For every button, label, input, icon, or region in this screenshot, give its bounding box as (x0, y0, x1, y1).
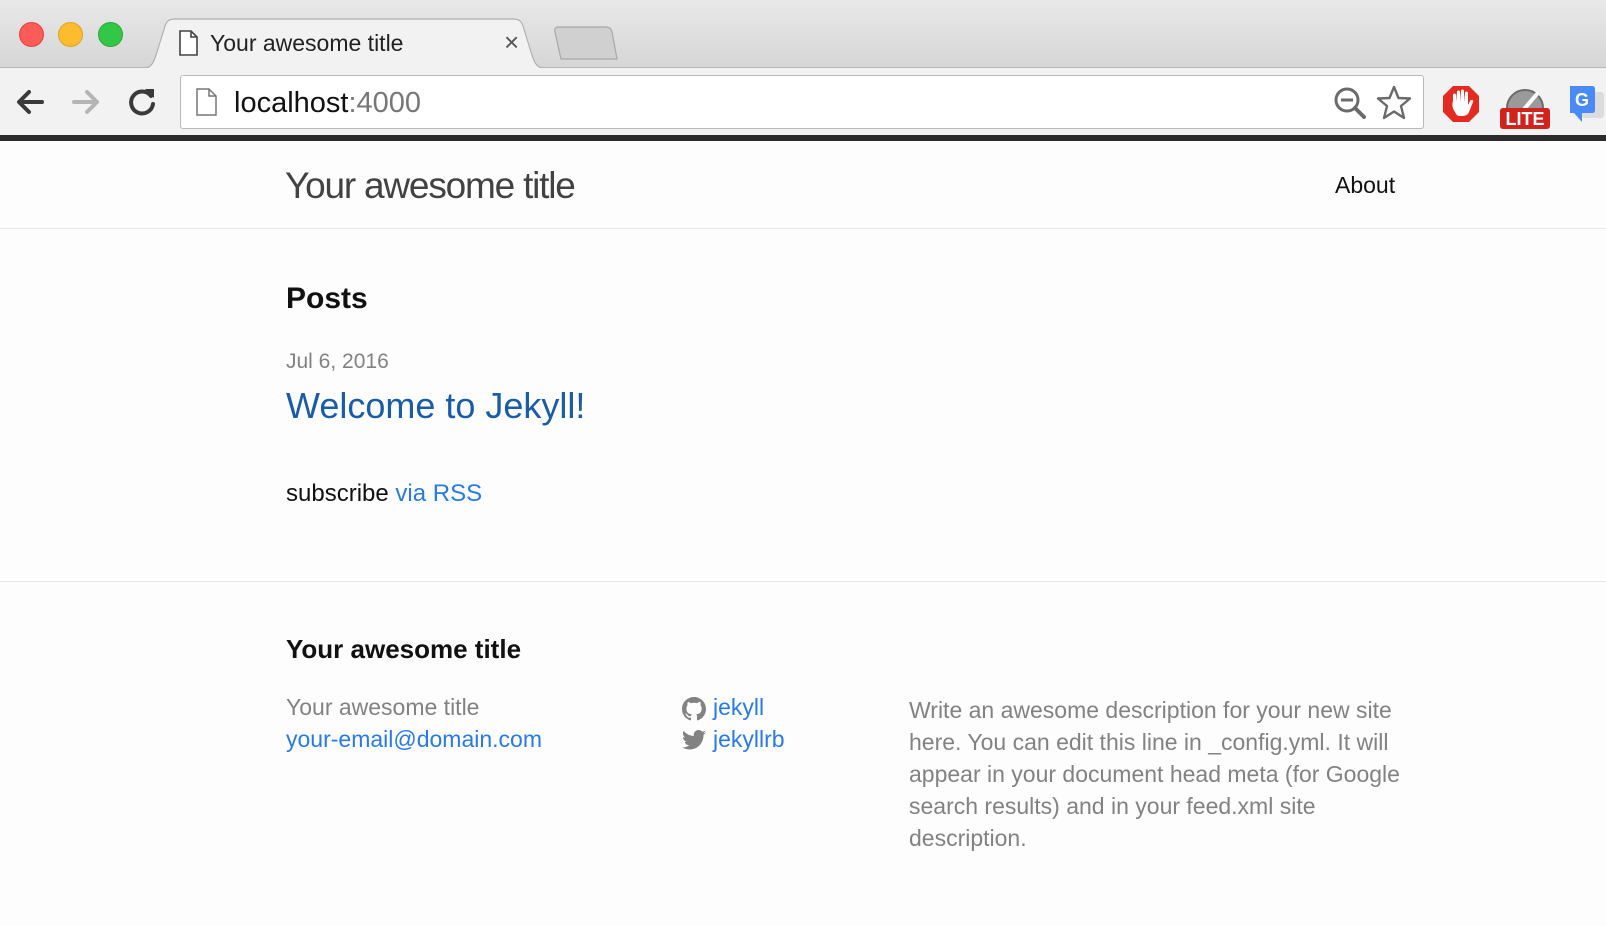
nav-about-link[interactable]: About (1335, 172, 1395, 199)
tab-close-icon[interactable]: × (504, 29, 519, 55)
rss-subscribe: subscribe via RSS (286, 480, 482, 508)
address-bar[interactable]: localhost:4000 (180, 75, 1424, 129)
translate-icon[interactable]: G (1568, 84, 1606, 129)
twitter-username: jekyllrb (713, 726, 785, 752)
reload-icon[interactable] (124, 84, 160, 120)
bookmark-star-icon[interactable] (1375, 84, 1413, 127)
footer-site-name: Your awesome title (286, 694, 480, 720)
url-host: localhost (234, 87, 349, 119)
browser-titlebar: Your awesome title × (0, 0, 1606, 69)
github-icon (682, 697, 706, 727)
rss-prefix: subscribe (286, 480, 389, 507)
rss-link[interactable]: via RSS (395, 480, 482, 507)
new-tab-button[interactable] (553, 26, 619, 65)
adblock-icon[interactable] (1441, 84, 1481, 129)
url-port: :4000 (348, 87, 422, 119)
page-heading: Posts (286, 282, 368, 315)
page-icon (178, 30, 198, 61)
back-arrow-icon[interactable] (12, 84, 48, 120)
zoom-window-button[interactable] (98, 22, 123, 47)
minimize-window-button[interactable] (58, 22, 83, 47)
site-footer: Your awesome title Your awesome title yo… (0, 581, 1606, 926)
forward-arrow-icon[interactable] (68, 84, 104, 120)
footer-email-link[interactable]: your-email@domain.com (286, 726, 542, 753)
site-description: Write an awesome description for your ne… (909, 697, 1400, 851)
url-text[interactable]: localhost:4000 (234, 87, 421, 120)
tab-title: Your awesome title (210, 30, 404, 56)
site-title-link[interactable]: Your awesome title (285, 165, 576, 207)
page-icon (195, 88, 217, 121)
lite-icon[interactable]: LITE (1499, 84, 1551, 135)
lite-label: LITE (1506, 109, 1545, 129)
twitter-icon (682, 729, 706, 757)
close-window-button[interactable] (19, 22, 44, 47)
browser-tab[interactable]: Your awesome title × (140, 18, 548, 69)
post-title-link[interactable]: Welcome to Jekyll! (286, 385, 585, 427)
post-date: Jul 6, 2016 (286, 350, 389, 373)
footer-heading: Your awesome title (286, 634, 522, 664)
site-header: Your awesome title About (0, 141, 1606, 229)
translate-label: G (1575, 90, 1589, 110)
zoom-icon[interactable] (1333, 86, 1367, 125)
github-username: jekyll (713, 694, 765, 720)
